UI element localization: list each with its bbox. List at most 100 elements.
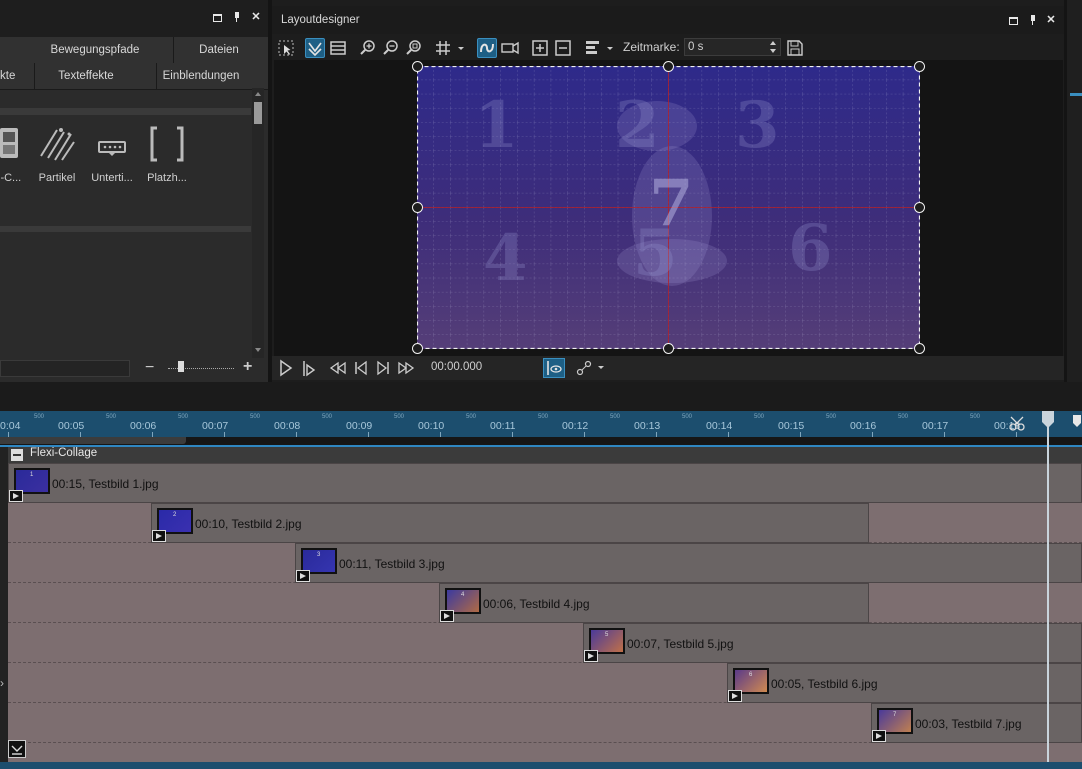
transition-icon[interactable]	[9, 490, 23, 502]
search-field[interactable]	[0, 360, 130, 377]
ruler-subtick-label: 500	[322, 414, 333, 420]
effect-item-platzhalter[interactable]: Platzh...	[141, 122, 193, 184]
ruler-tick-label: 00:14	[706, 420, 733, 432]
timeline-clip[interactable]: 3 00:11, Testbild 3.jpg	[295, 543, 1082, 583]
align-dropdown-button[interactable]	[583, 38, 617, 58]
preview-toggle-button[interactable]	[543, 358, 565, 378]
resize-handle[interactable]	[663, 61, 674, 72]
grid-dropdown-button[interactable]	[434, 38, 468, 58]
transition-icon[interactable]	[728, 690, 742, 702]
grid-snap-button[interactable]	[305, 38, 325, 58]
resize-handle[interactable]	[412, 61, 423, 72]
tab-bewegungspfade[interactable]: Bewegungspfade	[20, 37, 170, 63]
end-marker[interactable]	[1070, 415, 1082, 429]
playhead-handle[interactable]	[1041, 411, 1055, 429]
transition-icon[interactable]	[296, 570, 310, 582]
ruler-subtick-label: 500	[178, 414, 189, 420]
effects-panel: Bewegungspfade Dateien kte Texteffekte E…	[0, 0, 268, 382]
select-tool-button[interactable]	[276, 38, 296, 58]
layout-icon	[330, 41, 346, 55]
next-frame-button[interactable]	[375, 359, 391, 382]
resize-handle[interactable]	[663, 343, 674, 354]
play-button[interactable]	[278, 359, 294, 382]
clip-label: 00:05, Testbild 6.jpg	[771, 677, 878, 691]
effect-item-partikel[interactable]: Partikel	[31, 122, 83, 184]
spin-up-icon[interactable]	[770, 41, 776, 45]
previous-frame-button[interactable]	[353, 359, 369, 382]
scroll-up-icon[interactable]	[255, 92, 261, 96]
timeline-clip[interactable]: 6 00:05, Testbild 6.jpg	[727, 663, 1082, 703]
collage-slot-number: 4	[483, 221, 528, 296]
track-expand-arrow-icon[interactable]: ›	[0, 676, 8, 690]
maximize-icon[interactable]	[211, 11, 223, 23]
timeline-scroll-indicator[interactable]	[0, 437, 186, 444]
effect-item-untertitel[interactable]: Unterti...	[86, 122, 138, 184]
zoom-out-button[interactable]: −	[145, 359, 154, 377]
resize-handle[interactable]	[914, 61, 925, 72]
pin-icon[interactable]	[231, 11, 243, 23]
zoom-in-button[interactable]	[358, 38, 378, 58]
clip-label: 00:03, Testbild 7.jpg	[915, 717, 1022, 731]
tab-row-2: kte Texteffekte Einblendungen	[0, 63, 268, 90]
fast-forward-button[interactable]	[397, 359, 415, 382]
collapse-track-button[interactable]	[11, 449, 23, 461]
ruler-subtick-label: 500	[970, 414, 981, 420]
zeitmarke-input[interactable]: 0 s	[684, 38, 781, 56]
add-object-button[interactable]	[530, 38, 550, 58]
ruler-subtick-label: 500	[394, 414, 405, 420]
resize-handle[interactable]	[412, 202, 423, 213]
preview-canvas[interactable]: 1 2 3 4 5 6 7	[412, 61, 925, 354]
playback-time: 00:00.000	[431, 361, 483, 373]
tab-einblendungen[interactable]: Einblendungen	[158, 63, 244, 89]
pin-icon[interactable]	[1027, 14, 1039, 26]
scissors-icon[interactable]	[1009, 416, 1027, 437]
scrollbar-thumb[interactable]	[254, 102, 262, 124]
ruler-tick-label: 00:10	[418, 420, 445, 432]
close-icon[interactable]	[1045, 14, 1057, 26]
maximize-icon[interactable]	[1007, 14, 1019, 26]
effects-scrollbar[interactable]	[252, 88, 264, 358]
rewind-button[interactable]	[329, 359, 347, 382]
tab-row-1: Bewegungspfade Dateien	[0, 37, 268, 64]
tab-dateien[interactable]: Dateien	[174, 37, 264, 63]
keyframe-dropdown-button[interactable]	[576, 359, 606, 382]
zoom-in-button[interactable]: +	[243, 358, 252, 376]
timeline-clip[interactable]: 7 00:03, Testbild 7.jpg	[871, 703, 1082, 743]
tab-texteffekte[interactable]: Texteffekte	[36, 63, 136, 89]
clip-label: 00:11, Testbild 3.jpg	[339, 557, 445, 571]
save-button[interactable]	[785, 38, 805, 58]
close-icon[interactable]	[250, 11, 262, 23]
camera-icon	[501, 41, 519, 55]
zoom-out-button[interactable]	[381, 38, 401, 58]
zoom-slider-thumb[interactable]	[178, 361, 184, 372]
play-from-start-button[interactable]	[301, 359, 317, 382]
tab-separator	[34, 63, 35, 89]
transition-icon[interactable]	[872, 730, 886, 742]
transition-icon[interactable]	[152, 530, 166, 542]
tab-effekte[interactable]: kte	[0, 63, 15, 89]
resize-handle[interactable]	[914, 202, 925, 213]
transition-icon[interactable]	[440, 610, 454, 622]
zoom-fit-button[interactable]	[404, 38, 424, 58]
ruler-subtick-label: 500	[106, 414, 117, 420]
collage-slot-number: 1	[474, 88, 519, 163]
timeline-clip[interactable]: 1 00:15, Testbild 1.jpg	[8, 463, 1082, 503]
timeline-clip[interactable]: 2 00:10, Testbild 2.jpg	[151, 503, 869, 543]
motion-path-button[interactable]	[477, 38, 497, 58]
timeline-clip[interactable]: 5 00:07, Testbild 5.jpg	[583, 623, 1082, 663]
playhead-line[interactable]	[1047, 413, 1049, 769]
clip-thumbnail-number: 6	[749, 672, 753, 678]
remove-object-button[interactable]	[553, 38, 573, 58]
safe-area-button[interactable]	[328, 38, 348, 58]
camera-button[interactable]	[500, 38, 520, 58]
collage-track-header: Flexi-Collage	[8, 447, 1082, 463]
transition-icon[interactable]	[584, 650, 598, 662]
spin-down-icon[interactable]	[770, 49, 776, 53]
timeline-ruler[interactable]: 0:04 500 00:05 500 00:06 500 00:07 500 00:08 500 0…	[0, 411, 1082, 437]
track-options-icon[interactable]	[8, 740, 26, 758]
timeline-clip[interactable]: 4 00:06, Testbild 4.jpg	[439, 583, 869, 623]
ruler-tick-label: 00:15	[778, 420, 805, 432]
resize-handle[interactable]	[914, 343, 925, 354]
scroll-down-icon[interactable]	[255, 348, 261, 352]
resize-handle[interactable]	[412, 343, 423, 354]
